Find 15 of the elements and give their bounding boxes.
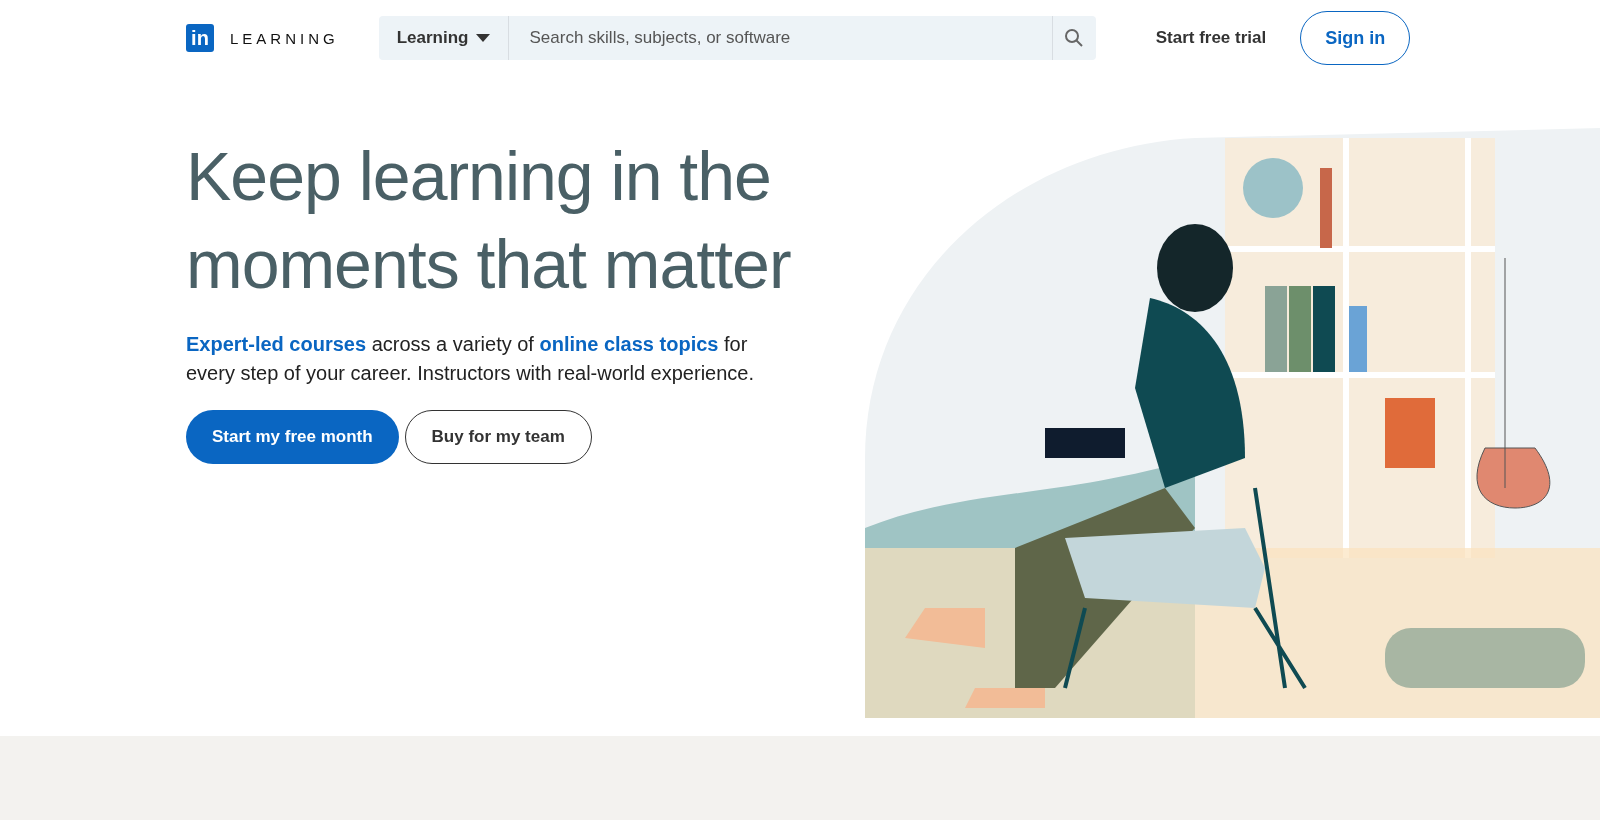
start-trial-link[interactable]: Start free trial [1155, 28, 1267, 48]
topic-link[interactable]: Expert-led courses [186, 333, 367, 355]
search-field[interactable]: Search skills, subjects, or software [509, 16, 1052, 60]
hero-description: Expert-led courses across a variety of online class topics for every step of your career. Instructors with real-world experience. [186, 332, 756, 386]
hero-title: Keep learning in the moments that matter [186, 137, 792, 304]
team-button[interactable]: Buy for my team [404, 410, 592, 464]
caret-icon [476, 34, 491, 42]
logo-mark[interactable]: in [186, 24, 214, 52]
category-dropdown[interactable]: Learning [378, 16, 510, 60]
logo-text[interactable]: LEARNING [230, 29, 339, 47]
free-month-button[interactable]: Start my free month [186, 410, 399, 464]
search-button[interactable] [1051, 16, 1096, 60]
topic-link[interactable]: online class topics [539, 333, 719, 355]
sign-in-button[interactable]: Sign in [1300, 11, 1411, 65]
search-icon [1064, 28, 1085, 48]
